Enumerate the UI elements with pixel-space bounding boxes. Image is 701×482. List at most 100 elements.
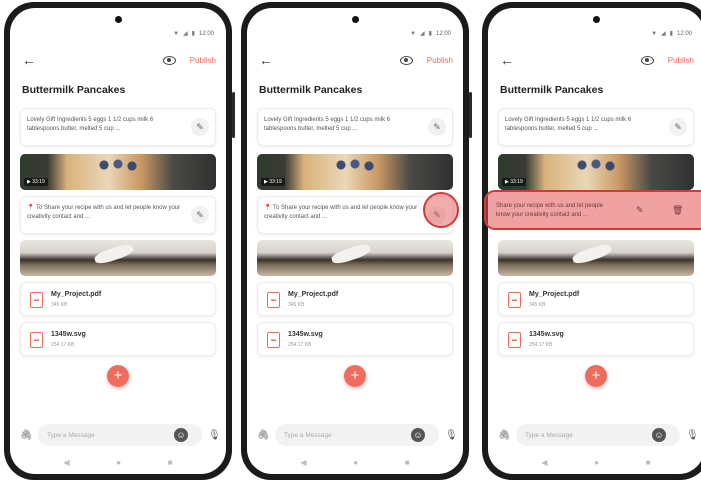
emoji-icon[interactable]: ☺ [652,428,666,442]
video-duration: ▶ 33:19 [502,178,526,186]
tap-indicator [423,192,459,228]
share-note-text: 📍 To Share your recipe with us and let p… [27,204,185,223]
batter-image[interactable] [20,240,216,276]
publish-button[interactable]: Publish [190,56,216,65]
file-size: 254.17 KB [51,342,75,348]
edit-icon[interactable]: ✎ [669,118,687,136]
edit-icon[interactable]: ✎ [191,206,209,224]
wifi-icon: ▼ [651,30,658,37]
attach-icon[interactable]: 🖇 [498,430,511,441]
file-name: 1345w.svg [288,331,323,338]
arrow-left-icon[interactable]: ← [259,53,273,67]
plus-icon: + [591,367,601,384]
status-time: 12:00 [435,30,451,37]
delete-icon[interactable]: 🗑 [672,205,683,216]
file-item[interactable]: ▬ 1345w.svg 254.17 KB [20,322,216,356]
edit-icon[interactable]: ✎ [191,118,209,136]
home-nav-icon[interactable]: ● [353,458,358,467]
arrow-left-icon[interactable]: ← [22,53,36,67]
file-name: My_Project.pdf [529,291,580,298]
recents-nav-icon[interactable]: ■ [168,458,173,467]
edit-icon[interactable]: ✎ [428,118,446,136]
back-nav-icon[interactable]: ◀ [300,458,306,467]
mic-icon[interactable]: 🎙 [445,430,458,441]
file-size: 254.17 KB [288,342,312,348]
file-size: 345 KB [288,302,305,308]
phone-frame-1: ▼ ◢ ▮ 12:00 ← Publish Buttermilk Pancake… [4,2,235,480]
recents-nav-icon[interactable]: ■ [646,458,651,467]
status-bar: ▼ ◢ ▮ 12:00 [173,30,214,38]
arrow-left-icon[interactable]: ← [500,53,514,67]
eye-icon[interactable] [640,55,654,65]
file-icon: ▬ [30,292,43,308]
pancake-video-thumbnail[interactable]: ▶ 33:19 [20,154,216,190]
file-item[interactable]: ▬ My_Project.pdf 345 KB [257,282,453,316]
publish-button[interactable]: Publish [668,56,694,65]
file-icon: ▬ [508,332,521,348]
message-composer: 🖇 ☺ 🎙 [257,424,458,446]
phone-frame-3: ▼ ◢ ▮ 12:00 ← Publish Buttermilk Pancake… [482,2,701,480]
publish-button[interactable]: Publish [427,56,453,65]
wifi-icon: ▼ [173,30,180,37]
pancake-video-thumbnail[interactable]: ▶ 33:19 [257,154,453,190]
phone-screen: ▼ ◢ ▮ 12:00 ← Publish Buttermilk Pancake… [247,8,463,474]
eye-icon[interactable] [162,55,176,65]
video-duration: ▶ 33:19 [24,178,48,186]
batter-image[interactable] [498,240,694,276]
batter-image[interactable] [257,240,453,276]
status-time: 12:00 [198,30,214,37]
pin-icon: 📍 [264,205,272,211]
plus-icon: + [350,367,360,384]
ingredients-card[interactable]: Lovely Gift Ingredients 5 eggs 1 1/2 cup… [20,108,216,146]
file-icon: ▬ [30,332,43,348]
mic-icon[interactable]: 🎙 [208,430,221,441]
camera-notch [593,16,600,23]
system-nav-bar: ◀ ● ■ [10,458,226,467]
file-name: My_Project.pdf [288,291,339,298]
share-note-card[interactable]: 📍 To Share your recipe with us and let p… [20,196,216,234]
pancake-video-thumbnail[interactable]: ▶ 33:19 [498,154,694,190]
home-nav-icon[interactable]: ● [594,458,599,467]
share-note-label: To Share your recipe with us and let peo… [27,205,181,221]
ingredients-card[interactable]: Lovely Gift Ingredients 5 eggs 1 1/2 cup… [257,108,453,146]
attach-icon[interactable]: 🖇 [20,430,33,441]
ingredients-card[interactable]: Lovely Gift Ingredients 5 eggs 1 1/2 cup… [498,108,694,146]
recipe-title: Buttermilk Pancakes [259,84,363,96]
signal-icon: ◢ [183,31,188,37]
recents-nav-icon[interactable]: ■ [405,458,410,467]
file-item[interactable]: ▬ My_Project.pdf 345 KB [20,282,216,316]
wifi-icon: ▼ [410,30,417,37]
file-item[interactable]: ▬ 1345w.svg 254.17 KB [498,322,694,356]
back-nav-icon[interactable]: ◀ [541,458,547,467]
share-note-label: To Share your recipe with us and let peo… [264,205,418,221]
recipe-title: Buttermilk Pancakes [22,84,126,96]
ingredients-text: Lovely Gift Ingredients 5 eggs 1 1/2 cup… [27,117,154,133]
edit-icon[interactable]: ✎ [636,205,644,216]
share-note-swiped-text: Share your recipe with us and let people… [496,203,604,219]
emoji-icon[interactable]: ☺ [411,428,425,442]
mic-icon[interactable]: 🎙 [686,430,699,441]
add-button[interactable]: + [107,365,129,387]
battery-icon: ▮ [669,31,673,37]
phone-frame-2: ▼ ◢ ▮ 12:00 ← Publish Buttermilk Pancake… [241,2,472,480]
system-nav-bar: ◀ ● ■ [488,458,701,467]
plus-icon: + [113,367,123,384]
share-note-text: 📍 To Share your recipe with us and let p… [264,204,422,223]
signal-icon: ◢ [420,31,425,37]
eye-icon[interactable] [399,55,413,65]
file-item[interactable]: ▬ My_Project.pdf 345 KB [498,282,694,316]
add-button[interactable]: + [344,365,366,387]
file-item[interactable]: ▬ 1345w.svg 254.17 KB [257,322,453,356]
add-button[interactable]: + [585,365,607,387]
home-nav-icon[interactable]: ● [116,458,121,467]
message-composer: 🖇 ☺ 🎙 [498,424,699,446]
battery-icon: ▮ [191,31,195,37]
file-name: 1345w.svg [529,331,564,338]
ingredients-text: Lovely Gift Ingredients 5 eggs 1 1/2 cup… [264,117,391,133]
video-duration: ▶ 33:19 [261,178,285,186]
share-note-swiped-card[interactable]: Share your recipe with us and let people… [484,190,701,230]
back-nav-icon[interactable]: ◀ [63,458,69,467]
attach-icon[interactable]: 🖇 [257,430,270,441]
ingredients-text: Lovely Gift Ingredients 5 eggs 1 1/2 cup… [505,117,632,133]
emoji-icon[interactable]: ☺ [174,428,188,442]
